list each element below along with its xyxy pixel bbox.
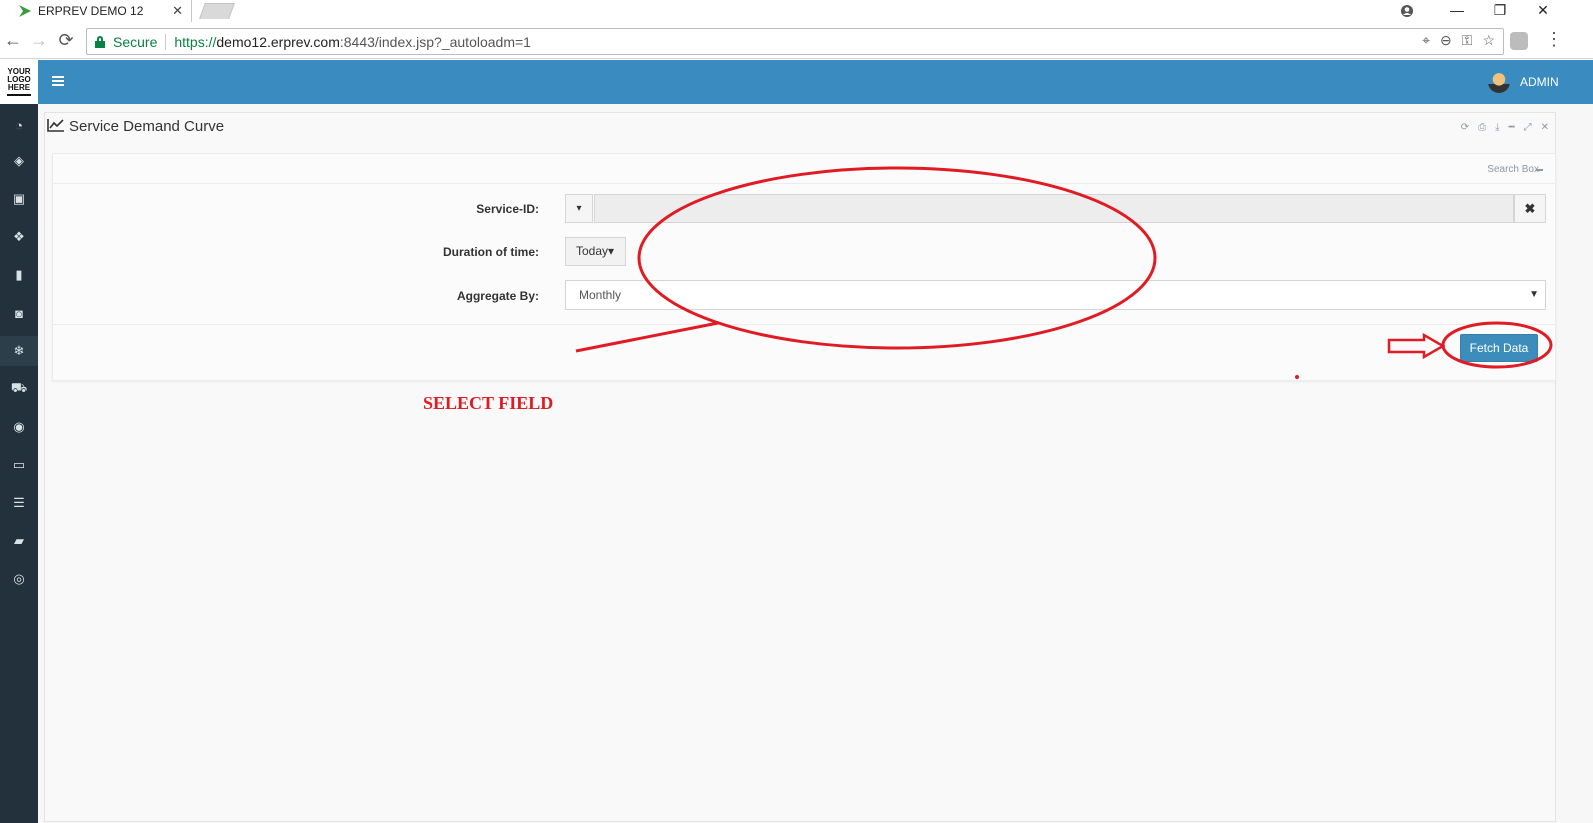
cart-icon[interactable]: ⛟ [0, 374, 38, 404]
omnibox-divider [165, 33, 167, 50]
book-icon[interactable]: ▰ [0, 526, 38, 556]
zoom-out-icon[interactable]: ⊖ [1440, 32, 1452, 49]
refresh-icon[interactable]: ⟳ [1461, 122, 1469, 133]
search-box-divider [53, 324, 1555, 325]
line-chart-icon [47, 119, 64, 132]
tab-title: ERPREV DEMO 12 [38, 4, 144, 18]
minimize-window-button[interactable]: — [1440, 0, 1474, 22]
aggregate-label: Aggregate By: [456, 289, 539, 303]
browser-toolbar: ← → ⟳ Secure https://demo12.erprev.com:8… [0, 24, 1593, 59]
user-name[interactable]: ADMIN [1520, 75, 1559, 89]
service-id-dropdown-button[interactable]: ▾ [565, 194, 593, 223]
cubes-icon[interactable]: ❖ [0, 222, 38, 252]
erprev-favicon-icon [19, 5, 31, 17]
star-icon[interactable]: ☆ [1482, 32, 1495, 49]
expand-icon[interactable]: ⤢ [1524, 122, 1532, 133]
fetch-data-button[interactable]: Fetch Data [1460, 334, 1538, 362]
panel-header: Service Demand Curve ⟳ ⎙ ⤓ ━ ⤢ ✕ [45, 113, 1555, 143]
life-ring-icon[interactable]: ◎ [0, 564, 38, 594]
desktop-icon[interactable]: ▭ [0, 450, 38, 480]
search-box-collapse-icon[interactable] [1536, 169, 1543, 171]
download-icon[interactable]: ⤓ [1495, 122, 1499, 133]
url-text[interactable]: https://demo12.erprev.com:8443/index.jsp… [174, 34, 531, 50]
database-icon[interactable]: ☰ [0, 488, 38, 518]
forward-button[interactable]: → [28, 30, 50, 52]
aggregate-select[interactable]: Monthly ▼ [565, 280, 1546, 310]
hamburger-menu-icon[interactable] [52, 76, 64, 86]
close-window-button[interactable]: ✕ [1526, 0, 1560, 22]
browser-tab[interactable]: ERPREV DEMO 12 ✕ [0, 0, 192, 22]
logo[interactable]: YOUR LOGO HERE [0, 60, 38, 104]
duration-label: Duration of time: [443, 245, 539, 259]
bucket-icon[interactable]: ◙ [0, 298, 38, 328]
clear-service-id-button[interactable]: ✖ [1514, 194, 1546, 223]
browser-tabstrip: ERPREV DEMO 12 ✕ — ❐ ✕ [0, 0, 1593, 22]
minimize-icon[interactable]: ━ [1509, 122, 1515, 133]
search-box-header: Search Box [53, 154, 1555, 184]
back-button[interactable]: ← [2, 30, 24, 52]
snowflake-icon[interactable]: ❄ [0, 336, 38, 366]
money-icon[interactable]: ▣ [0, 184, 38, 214]
user-avatar[interactable] [1488, 71, 1510, 93]
address-bar[interactable]: Secure https://demo12.erprev.com:8443/in… [86, 28, 1504, 55]
annotation-label: SELECT FIELD [423, 393, 554, 413]
new-tab-button[interactable] [199, 3, 235, 19]
tab-close-icon[interactable]: ✕ [172, 3, 183, 19]
lock-icon [95, 35, 105, 48]
location-icon[interactable]: ⌖ [1422, 32, 1430, 49]
dashboard-icon[interactable]: ◔ [0, 110, 38, 140]
key-icon[interactable]: ⚿ [1462, 32, 1473, 49]
extension-icon[interactable] [1510, 32, 1528, 50]
sidebar: YOUR LOGO HERE ◔ ◈ ▣ ❖ ▮ ◙ ❄ ⛟ ◉ ▭ ☰ ▰ ◎ [0, 60, 38, 823]
service-demand-panel: Service Demand Curve ⟳ ⎙ ⤓ ━ ⤢ ✕ Search … [44, 112, 1556, 822]
select-caret-icon: ▼ [1529, 289, 1539, 300]
building-icon[interactable]: ▮ [0, 260, 38, 290]
omnibox-icons: ⌖ ⊖ ⚿ ☆ [1422, 32, 1495, 49]
duration-dropdown[interactable]: Today▾ [565, 237, 626, 266]
restore-window-button[interactable]: ❐ [1483, 0, 1517, 22]
close-icon[interactable]: ✕ [1541, 122, 1549, 133]
print-icon[interactable]: ⎙ [1478, 122, 1486, 133]
app-root: YOUR LOGO HERE ◔ ◈ ▣ ❖ ▮ ◙ ❄ ⛟ ◉ ▭ ☰ ▰ ◎… [0, 60, 1593, 823]
search-box: Search Box Service-ID: ▾ ✖ Duration of t… [52, 153, 1556, 381]
panel-title: Service Demand Curve [69, 118, 225, 135]
secure-label: Secure [113, 33, 158, 50]
search-box-title: Search Box [1487, 164, 1539, 175]
panel-tools: ⟳ ⎙ ⤓ ━ ⤢ ✕ [1461, 122, 1549, 133]
chevron-down-icon: ▾ [608, 244, 615, 258]
service-id-field[interactable] [594, 194, 1514, 223]
top-navbar: ADMIN [38, 60, 1593, 104]
browser-menu-icon[interactable]: ⋮ [1545, 29, 1563, 49]
service-id-label: Service-ID: [476, 202, 539, 216]
database-disk-icon[interactable]: ◉ [0, 412, 38, 442]
reload-button[interactable]: ⟳ [55, 30, 77, 52]
profile-icon[interactable] [1390, 0, 1424, 22]
tag-icon[interactable]: ◈ [0, 146, 38, 176]
